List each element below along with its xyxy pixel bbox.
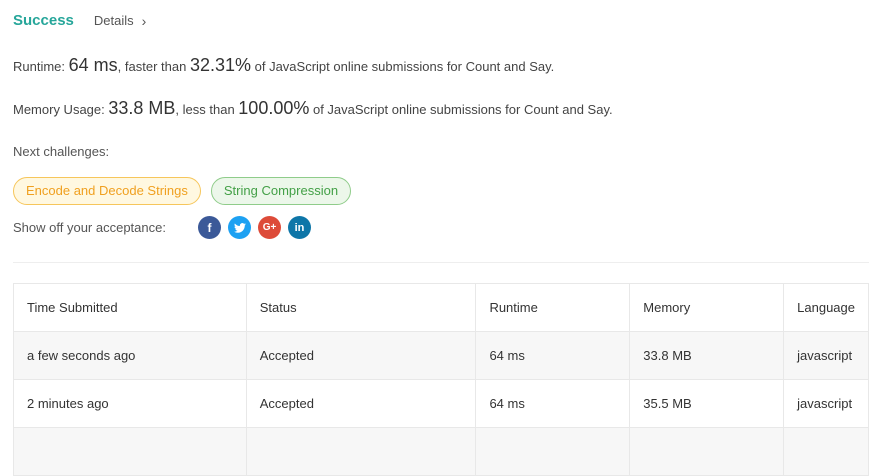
section-divider [13,262,869,263]
details-label: Details [93,13,134,28]
runtime-percent: 32.31% [189,55,251,75]
twitter-icon[interactable] [228,216,251,239]
linkedin-icon[interactable]: in [288,216,311,239]
cell-runtime: 64 ms [475,379,631,428]
runtime-mid: , faster than [117,59,190,74]
runtime-suffix: of JavaScript online submissions for Cou… [251,59,555,74]
column-header-status[interactable]: Status [245,283,477,332]
result-header: Success Details › [13,12,146,29]
challenge-chip-string-compression[interactable]: String Compression [210,177,352,205]
cell-language: javascript [783,331,869,380]
share-row: Show off your acceptance: f G+ in [13,216,318,239]
status-title: Success [13,12,74,29]
cell-memory: 33.8 MB [629,331,785,380]
memory-percent: 100.00% [238,98,310,118]
runtime-value: 64 ms [68,55,118,75]
memory-stat: Memory Usage: 33.8 MB, less than 100.00%… [13,98,613,119]
share-label: Show off your acceptance: [13,220,166,235]
memory-mid: , less than [175,102,239,117]
next-challenges-list: Encode and Decode Strings String Compres… [13,177,352,205]
memory-label: Memory Usage: [13,102,109,117]
runtime-stat: Runtime: 64 ms, faster than 32.31% of Ja… [13,55,554,76]
table-header-row: Time Submitted Status Runtime Memory Lan… [13,283,869,332]
facebook-icon[interactable]: f [198,216,221,239]
cell-time: a few seconds ago [13,331,247,380]
cell-time: 2 minutes ago [13,379,247,428]
cell-status-link[interactable]: Accepted [245,379,477,428]
memory-suffix: of JavaScript online submissions for Cou… [309,102,613,117]
next-challenges-label: Next challenges: [13,144,110,159]
details-link[interactable]: Details › [94,13,146,29]
runtime-label: Runtime: [13,59,69,74]
column-header-language[interactable]: Language [783,283,869,332]
challenge-chip-encode-decode-strings[interactable]: Encode and Decode Strings [13,177,201,205]
table-row: 2 minutes ago Accepted 64 ms 35.5 MB jav… [13,379,869,428]
table-row: a few seconds ago Accepted 64 ms 33.8 MB… [13,331,869,380]
cell-memory: 35.5 MB [629,379,785,428]
google-plus-icon[interactable]: G+ [258,216,281,239]
column-header-runtime[interactable]: Runtime [475,283,631,332]
twitter-bird-icon [233,222,246,233]
submissions-table: Time Submitted Status Runtime Memory Lan… [13,283,869,476]
memory-value: 33.8 MB [108,98,176,118]
cell-runtime: 64 ms [475,331,631,380]
cell-status-link[interactable]: Accepted [245,331,477,380]
column-header-memory[interactable]: Memory [629,283,785,332]
chevron-right-icon: › [141,12,147,29]
cell-language: javascript [783,379,869,428]
column-header-time[interactable]: Time Submitted [13,283,247,332]
